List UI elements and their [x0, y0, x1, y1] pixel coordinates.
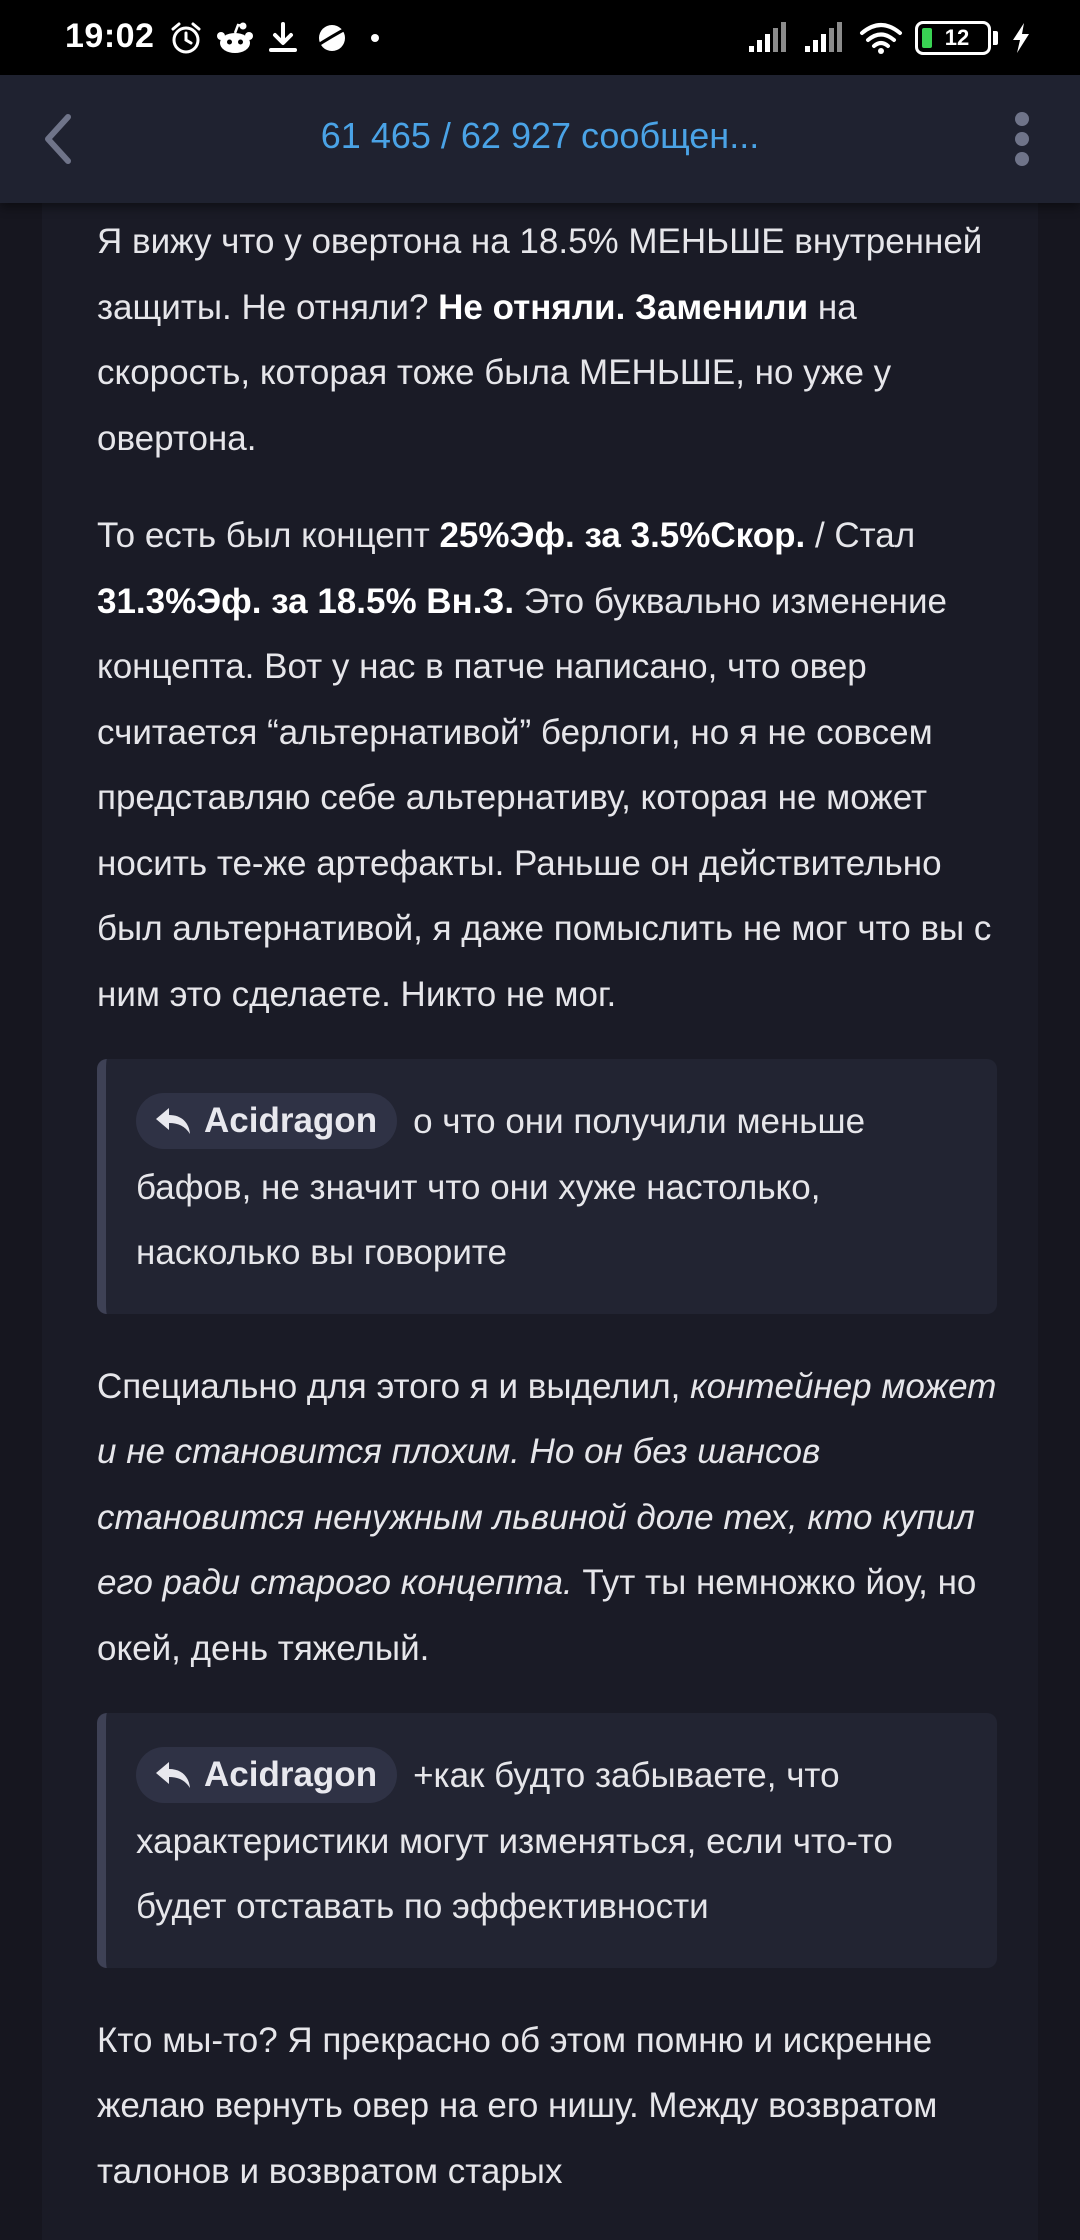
- charging-icon: [1013, 23, 1029, 53]
- more-vertical-icon: [1015, 112, 1029, 166]
- wifi-icon: [860, 23, 902, 54]
- paragraph-text: / Стал: [805, 516, 916, 555]
- post-body: Я вижу что у овертона на 18.5% МЕНЬШЕ вн…: [97, 209, 997, 2236]
- post-paragraph: Я вижу что у овертона на 18.5% МЕНЬШЕ вн…: [97, 209, 997, 471]
- back-button[interactable]: [28, 109, 88, 169]
- status-right-icons: 12: [747, 18, 1032, 58]
- post-paragraph: Кто мы-то? Я прекрасно об этом помню и и…: [97, 2008, 997, 2205]
- header-title[interactable]: 61 465 / 62 927 сообщен...: [150, 115, 930, 157]
- paragraph-text: То есть был концепт: [97, 516, 440, 555]
- bold-text: Не отняли. Заменили: [438, 287, 809, 327]
- app-header: 61 465 / 62 927 сообщен...: [0, 75, 1080, 203]
- bold-text: 25%Эф. за 3.5%Скор.: [439, 516, 806, 555]
- post-paragraph: То есть был концепт 25%Эф. за 3.5%Скор. …: [97, 503, 997, 1027]
- chevron-left-icon: [45, 114, 71, 164]
- quote-author-chip[interactable]: Acidragon: [136, 1092, 398, 1149]
- quote-author-name: Acidragon: [204, 1100, 378, 1140]
- bold-text: 31.3%Эф. за 18.5% Вн.З.: [97, 581, 515, 621]
- status-bar: 19:02 12: [0, 0, 1080, 75]
- quote-block: Acidragon +как будто забываете, что хара…: [97, 1713, 997, 1968]
- signal-icon: [805, 22, 842, 52]
- paragraph-text: Это буквально изменение концепта. Вот у …: [97, 581, 992, 1014]
- reply-arrow-icon: [156, 1107, 190, 1134]
- paragraph-text: Кто мы-то? Я прекрасно об этом помню и и…: [97, 2020, 938, 2191]
- quote-author-name: Acidragon: [204, 1754, 378, 1794]
- signal-icon: [749, 22, 786, 52]
- dot-icon: [371, 34, 379, 42]
- planet-icon: [314, 25, 350, 51]
- status-time: 19:02: [65, 17, 155, 55]
- reply-arrow-icon: [156, 1761, 190, 1788]
- battery-icon: 12: [915, 21, 991, 55]
- battery-nub: [993, 31, 998, 45]
- alarm-icon: [171, 22, 201, 54]
- quote-author-chip[interactable]: Acidragon: [136, 1746, 398, 1803]
- quote-block: Acidragon о что они получили меньше бафо…: [97, 1059, 997, 1314]
- status-left-icons: [168, 18, 386, 58]
- reddit-icon: [217, 22, 253, 53]
- battery-fill: [922, 28, 932, 48]
- post-paragraph: Специально для этого я и выделил, контей…: [97, 1354, 997, 1682]
- download-icon: [269, 22, 297, 52]
- battery-level: 12: [944, 25, 970, 50]
- paragraph-text: Специально для этого я и выделил,: [97, 1366, 691, 1406]
- more-button[interactable]: [992, 109, 1052, 169]
- message-content: Я вижу что у овертона на 18.5% МЕНЬШЕ вн…: [42, 203, 1038, 2240]
